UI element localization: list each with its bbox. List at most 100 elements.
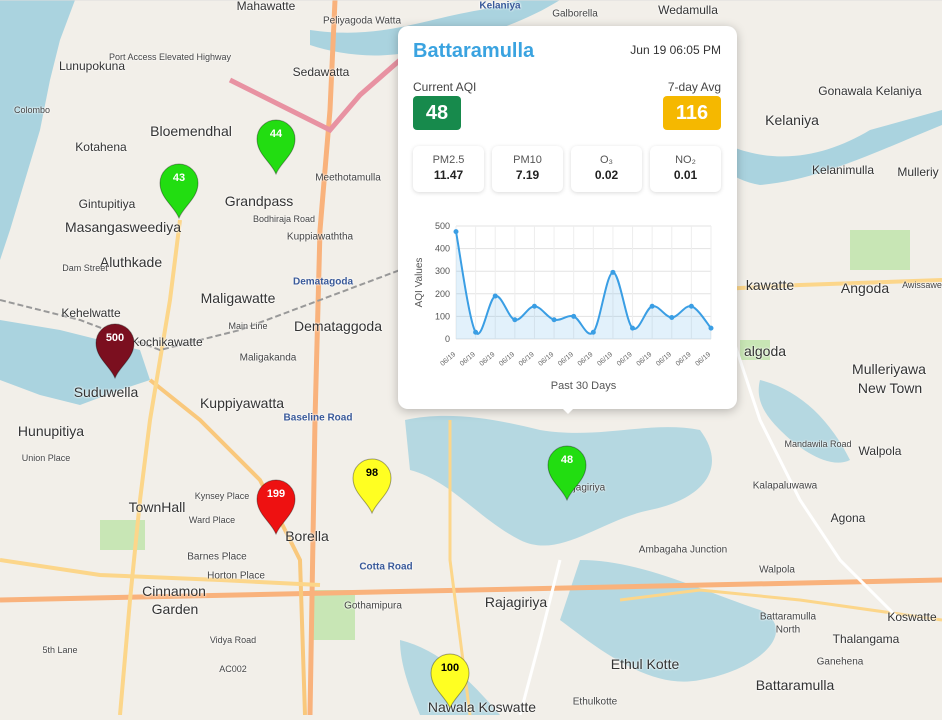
data-point <box>473 329 479 335</box>
reading-datetime: Jun 19 06:05 PM <box>630 43 721 57</box>
place-label: Bodhiraja Road <box>252 214 316 224</box>
data-point <box>708 325 714 331</box>
place-label: Dematagoda <box>292 276 354 288</box>
place-label: Sedawatta <box>292 65 350 79</box>
place-label: Kotahena <box>75 140 127 154</box>
marker-aqi-value: 48 <box>560 454 574 466</box>
place-label: Kelanimulla <box>811 163 875 177</box>
aqi-station-marker[interactable]: 43 <box>156 160 202 220</box>
y-tick-label: 0 <box>445 334 450 344</box>
data-point <box>551 317 557 323</box>
map-pin-icon <box>95 323 135 380</box>
pollutant-value: 0.01 <box>673 168 698 182</box>
avg-aqi-badge: 116 <box>663 96 721 130</box>
place-label: Ethul Kotte <box>610 656 680 672</box>
place-label: Demataggoda <box>294 318 382 334</box>
place-label: Battaramulla <box>755 677 835 693</box>
data-point <box>512 317 518 323</box>
place-label: Angoda <box>840 280 890 296</box>
data-point <box>669 315 675 321</box>
x-tick-label: 06/19 <box>596 351 614 368</box>
place-label: Ganehena <box>816 656 864 668</box>
x-tick-label: 06/19 <box>537 351 555 368</box>
avg-aqi-label: 7-day Avg <box>667 80 721 94</box>
place-label: Galborella <box>552 8 598 20</box>
x-tick-label: 06/19 <box>459 351 477 368</box>
place-label: Awissawe <box>902 280 942 290</box>
aqi-station-marker[interactable]: 44 <box>253 116 299 176</box>
place-label: Koswatte <box>887 610 937 624</box>
aqi-station-marker[interactable]: 199 <box>253 476 299 536</box>
place-label: Gonawala Kelaniya <box>818 84 922 98</box>
place-label: Grandpass <box>224 193 294 209</box>
place-label: TownHall <box>128 499 186 515</box>
y-tick-label: 400 <box>435 244 450 254</box>
pollutant-card-pm10: PM10 7.19 <box>492 146 563 192</box>
data-point <box>590 329 596 335</box>
place-label: Gothamipura <box>344 600 402 612</box>
map-pin-icon <box>159 163 199 220</box>
place-label: Walpola <box>759 564 795 576</box>
place-label: kawatte <box>745 277 795 293</box>
y-tick-label: 300 <box>435 266 450 276</box>
marker-aqi-value: 43 <box>172 172 186 184</box>
aqi-trend-chart: 010020030040050006/19 06/19 06/19 06/19 06/1… <box>414 221 714 392</box>
place-label: 5th Lane <box>42 645 78 655</box>
pollutant-value: 0.02 <box>594 168 619 182</box>
place-label: Kelaniya <box>479 0 521 12</box>
pollutant-value: 11.47 <box>433 168 464 182</box>
pollutant-name: PM10 <box>513 154 542 166</box>
x-tick-label: 06/19 <box>557 351 575 368</box>
place-label: Bloemendhal <box>150 123 232 139</box>
map-pin-icon <box>256 479 296 536</box>
place-label: Hunupitiya <box>17 423 85 439</box>
place-label: algoda <box>743 343 787 359</box>
x-tick-label: 06/19 <box>655 351 673 368</box>
map-pin-icon <box>352 458 392 515</box>
x-axis-label: Past 30 Days <box>551 380 617 392</box>
aqi-station-marker[interactable]: 48 <box>544 442 590 502</box>
pollutant-name: NO₂ <box>675 154 696 166</box>
place-label: Baseline Road <box>283 412 353 424</box>
place-label: Mandawila Road <box>784 439 852 449</box>
place-label: Thalangama <box>832 632 900 646</box>
y-axis-label: AQI Values <box>414 258 425 308</box>
place-label: Barnes Place <box>187 551 247 563</box>
data-point <box>531 303 537 309</box>
place-label: North <box>775 624 801 636</box>
place-label: Ward Place <box>188 515 236 525</box>
pollutant-name: O₃ <box>599 154 614 166</box>
place-label: Cinnamon <box>142 583 206 599</box>
place-label: Main Line <box>228 321 268 331</box>
data-point <box>688 303 694 309</box>
marker-aqi-value: 500 <box>105 332 125 344</box>
series-area <box>456 231 711 339</box>
place-label: Maligakanda <box>239 352 297 364</box>
current-aqi-label: Current AQI <box>413 80 477 94</box>
place-label: Horton Place <box>207 570 265 582</box>
place-label: Kochikawatte <box>131 335 203 349</box>
place-label: Ethulkotte <box>572 696 618 708</box>
place-label: Kuppiyawatta <box>199 395 285 411</box>
data-point <box>571 313 577 319</box>
marker-aqi-value: 98 <box>365 467 379 479</box>
y-tick-label: 100 <box>435 311 450 321</box>
popup-pointer <box>558 404 578 414</box>
aqi-station-marker[interactable]: 500 <box>92 320 138 380</box>
pollutant-card-pm25: PM2.5 11.47 <box>413 146 484 192</box>
data-point <box>492 293 498 299</box>
place-label: Suduwella <box>73 384 139 400</box>
x-tick-label: 06/19 <box>694 351 712 368</box>
place-label: Gintupitiya <box>78 197 136 211</box>
aqi-station-marker[interactable]: 98 <box>349 455 395 515</box>
place-label: Kynsey Place <box>194 491 250 501</box>
place-label: Kelaniya <box>765 112 819 128</box>
x-tick-label: 06/19 <box>616 351 634 368</box>
place-label: Walpola <box>858 444 902 458</box>
marker-aqi-value: 199 <box>266 488 286 500</box>
y-tick-label: 200 <box>435 289 450 299</box>
place-label: Mulleriy <box>897 165 939 179</box>
marker-aqi-value: 100 <box>440 662 460 674</box>
aqi-station-marker[interactable]: 100 <box>427 650 473 710</box>
place-label: Dam Street <box>62 263 108 273</box>
